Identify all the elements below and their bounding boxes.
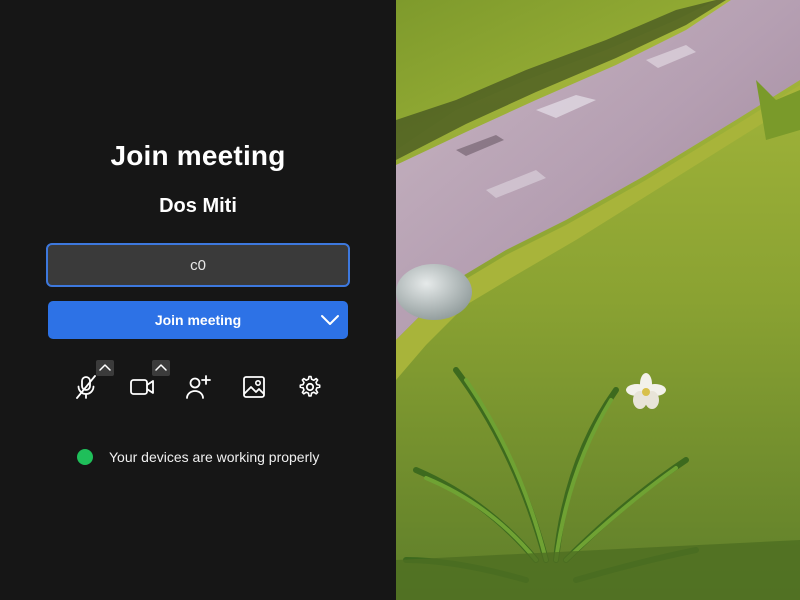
- display-name: Dos Miti: [159, 195, 237, 217]
- join-meeting-label: Join meeting: [154, 312, 242, 328]
- camera-icon[interactable]: [128, 373, 156, 401]
- microphone-muted-icon[interactable]: [72, 373, 100, 401]
- prejoin-screen: Join meeting Dos Miti Join meeting: [0, 0, 800, 600]
- status-ok-dot-icon: [77, 449, 93, 465]
- join-options-chevron-down-icon[interactable]: [320, 312, 340, 328]
- invite-person-icon[interactable]: [184, 373, 212, 401]
- device-status: Your devices are working properly: [77, 448, 319, 466]
- microphone-options-chevron-up-icon[interactable]: [96, 360, 114, 376]
- name-input-container: [46, 243, 350, 287]
- name-input[interactable]: [48, 245, 348, 285]
- background-image-icon[interactable]: [240, 373, 268, 401]
- join-meeting-button[interactable]: Join meeting: [48, 301, 348, 339]
- camera-preview: [396, 0, 800, 600]
- camera-preview-image: [396, 0, 800, 600]
- device-status-text: Your devices are working properly: [109, 449, 320, 465]
- prejoin-panel: Join meeting Dos Miti Join meeting: [0, 0, 396, 600]
- camera-options-chevron-up-icon[interactable]: [152, 360, 170, 376]
- page-title: Join meeting: [110, 140, 286, 171]
- settings-gear-icon[interactable]: [296, 373, 324, 401]
